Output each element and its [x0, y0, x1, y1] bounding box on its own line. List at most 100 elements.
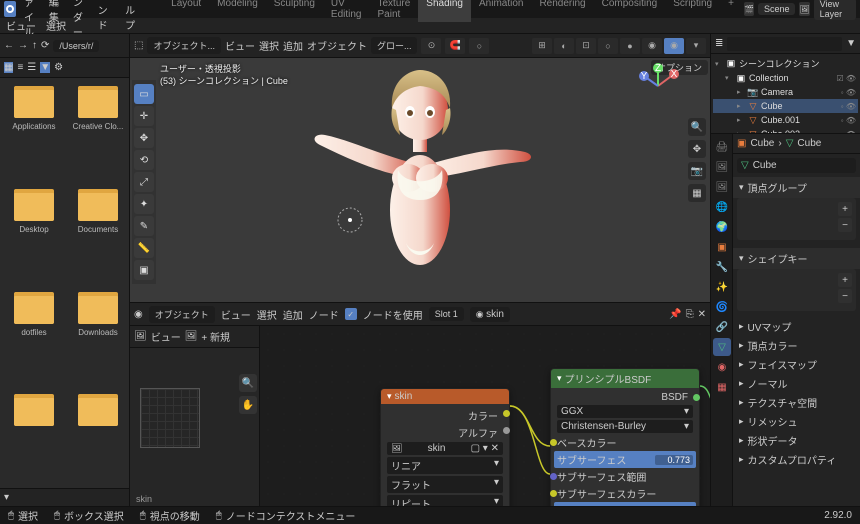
forward-icon[interactable]: →: [18, 40, 28, 51]
proportional-icon[interactable]: ○: [469, 38, 489, 54]
pin-icon[interactable]: 📌: [669, 309, 681, 320]
ie-editor-icon[interactable]: 🖼: [134, 331, 147, 342]
folder-item[interactable]: [4, 394, 64, 480]
gizmo-visibility[interactable]: ⊞: [532, 38, 552, 54]
add-button[interactable]: +: [838, 273, 852, 287]
ie-new[interactable]: + 新規: [201, 329, 230, 344]
viewport-3d[interactable]: ▭ ✛ ✥ ⟲ ⤢ ✦ ✎ 📏 ▣ ユーザー・透視投影 (53) シーンコレクシ…: [130, 58, 710, 302]
outliner-row[interactable]: ▸▽Cube.001◦ 👁: [713, 113, 858, 127]
interp-select[interactable]: フラット▾: [387, 476, 503, 493]
add-tool[interactable]: ▣: [134, 260, 154, 280]
cursor-tool[interactable]: ✛: [134, 106, 154, 126]
close-icon[interactable]: ✕: [698, 309, 706, 320]
tab-physics[interactable]: 🌀: [713, 298, 731, 316]
use-nodes-checkbox[interactable]: ✓: [345, 308, 357, 320]
panel-texspace[interactable]: ▸ テクスチャ空間: [733, 393, 860, 412]
scale-tool[interactable]: ⤢: [134, 172, 154, 192]
tab-constraints[interactable]: 🔗: [713, 318, 731, 336]
pan-icon[interactable]: ✥: [688, 140, 706, 158]
sss-method-select[interactable]: Christensen-Burley▾: [557, 420, 693, 433]
xray-toggle[interactable]: ⊡: [576, 38, 596, 54]
copy-icon[interactable]: ⎘: [686, 309, 694, 320]
tab-particles[interactable]: ✨: [713, 278, 731, 296]
remove-button[interactable]: −: [838, 218, 852, 232]
back-icon[interactable]: ←: [4, 40, 14, 51]
panel-shapekeys[interactable]: ▾ シェイプキー: [733, 248, 860, 269]
perspective-icon[interactable]: ▦: [688, 184, 706, 202]
ie-view[interactable]: ビュー: [151, 329, 181, 344]
colorspace-select[interactable]: リニア▾: [387, 457, 503, 474]
annotate-tool[interactable]: ✎: [134, 216, 154, 236]
node-image-texture[interactable]: ▾ skin カラー アルファ 🖼 skin ▢ ▾ ✕ リニア▾ フラット▾ …: [380, 388, 510, 506]
tab-rendering[interactable]: Rendering: [531, 0, 593, 22]
file-path[interactable]: /Users/r/: [53, 40, 99, 52]
refresh-icon[interactable]: ⟳: [41, 40, 49, 51]
tab-shading[interactable]: Shading: [418, 0, 471, 22]
ie-image-icon[interactable]: 🖼: [185, 331, 198, 342]
tab-texture[interactable]: Texture Paint: [369, 0, 418, 22]
panel-uvmaps[interactable]: ▸ UVマップ: [733, 317, 860, 336]
tab-modifier[interactable]: 🔧: [713, 258, 731, 276]
panel-vertex-groups[interactable]: ▾ 頂点グループ: [733, 177, 860, 198]
tab-texture[interactable]: ▦: [713, 378, 731, 396]
tab-object[interactable]: ▣: [713, 238, 731, 256]
subsurface-slider[interactable]: サブサーフェス0.773: [554, 451, 696, 468]
select-tool[interactable]: ▭: [134, 84, 154, 104]
filter-toggle[interactable]: ▼: [40, 62, 50, 73]
image-select[interactable]: 🖼 skin ▢ ▾ ✕: [387, 442, 503, 455]
outliner-search[interactable]: [727, 37, 842, 51]
distribution-select[interactable]: GGX▾: [557, 405, 693, 418]
outliner-row[interactable]: ▸▽Cube◦ 👁: [713, 99, 858, 113]
rotate-tool[interactable]: ⟲: [134, 150, 154, 170]
tab-output[interactable]: 🖼: [713, 158, 731, 176]
tab-compositing[interactable]: Compositing: [594, 0, 666, 22]
layer-browse-icon[interactable]: 🖼: [799, 2, 809, 16]
tab-scripting[interactable]: Scripting: [665, 0, 720, 22]
mesh-name-input[interactable]: ▽Cube: [737, 158, 856, 173]
panel-vertexcolors[interactable]: ▸ 頂点カラー: [733, 336, 860, 355]
zoom-icon[interactable]: 🔍: [688, 118, 706, 136]
orientation-select[interactable]: グロー...: [371, 37, 418, 54]
panel-custom[interactable]: ▸ カスタムプロパティ: [733, 450, 860, 469]
folder-item[interactable]: Documents: [68, 189, 128, 284]
tab-world[interactable]: 🌍: [713, 218, 731, 236]
tab-uv[interactable]: UV Editing: [323, 0, 370, 22]
vp-menu-view[interactable]: ビュー: [225, 38, 255, 53]
image-canvas[interactable]: 🔍 ✋ skin: [130, 348, 259, 506]
panel-geomdata[interactable]: ▸ 形状データ: [733, 431, 860, 450]
sub-view[interactable]: ビュー: [6, 18, 36, 33]
snap-icon[interactable]: 🧲: [445, 38, 465, 54]
tab-animation[interactable]: Animation: [471, 0, 531, 22]
overlay-toggle[interactable]: ◐: [554, 38, 574, 54]
folder-item[interactable]: Downloads: [68, 292, 128, 387]
node-principled-bsdf[interactable]: ▾ プリンシプルBSDF BSDF GGX▾ Christensen-Burle…: [550, 368, 700, 506]
material-select[interactable]: ◉ skin: [470, 307, 510, 322]
panel-normals[interactable]: ▸ ノーマル: [733, 374, 860, 393]
remove-button[interactable]: −: [838, 289, 852, 303]
folder-item[interactable]: Creative Clo...: [68, 86, 128, 181]
folder-item[interactable]: dotfiles: [4, 292, 64, 387]
ne-menu-select[interactable]: 選択: [257, 307, 277, 322]
ne-menu-add[interactable]: 追加: [283, 307, 303, 322]
tab-mesh-data[interactable]: ▽: [713, 338, 731, 356]
filter-icon[interactable]: ▼: [846, 38, 856, 49]
mode-select[interactable]: オブジェクト...: [147, 37, 221, 54]
up-icon[interactable]: ↑: [32, 40, 37, 51]
tab-sculpting[interactable]: Sculpting: [266, 0, 323, 22]
panel-facemaps[interactable]: ▸ フェイスマップ: [733, 355, 860, 374]
node-head[interactable]: ▾ skin: [381, 389, 509, 404]
display-list2[interactable]: ☰: [27, 62, 36, 73]
shading-wire[interactable]: ○: [598, 38, 618, 54]
shading-rendered[interactable]: ◉: [664, 38, 684, 54]
ie-pan-icon[interactable]: ✋: [239, 396, 257, 414]
extension-select[interactable]: リピート▾: [387, 495, 503, 506]
scene-name[interactable]: Scene: [758, 3, 796, 15]
folder-item[interactable]: Desktop: [4, 189, 64, 284]
outliner-row[interactable]: ▸▽Cube.002◦ 👁: [713, 127, 858, 133]
shading-dropdown[interactable]: ▾: [686, 38, 706, 54]
pivot-icon[interactable]: ⊙: [421, 38, 441, 54]
tab-scene[interactable]: 🌐: [713, 198, 731, 216]
folder-item[interactable]: [68, 394, 128, 480]
editor-type-icon[interactable]: ◉: [134, 309, 143, 320]
tab-add[interactable]: +: [720, 0, 742, 22]
